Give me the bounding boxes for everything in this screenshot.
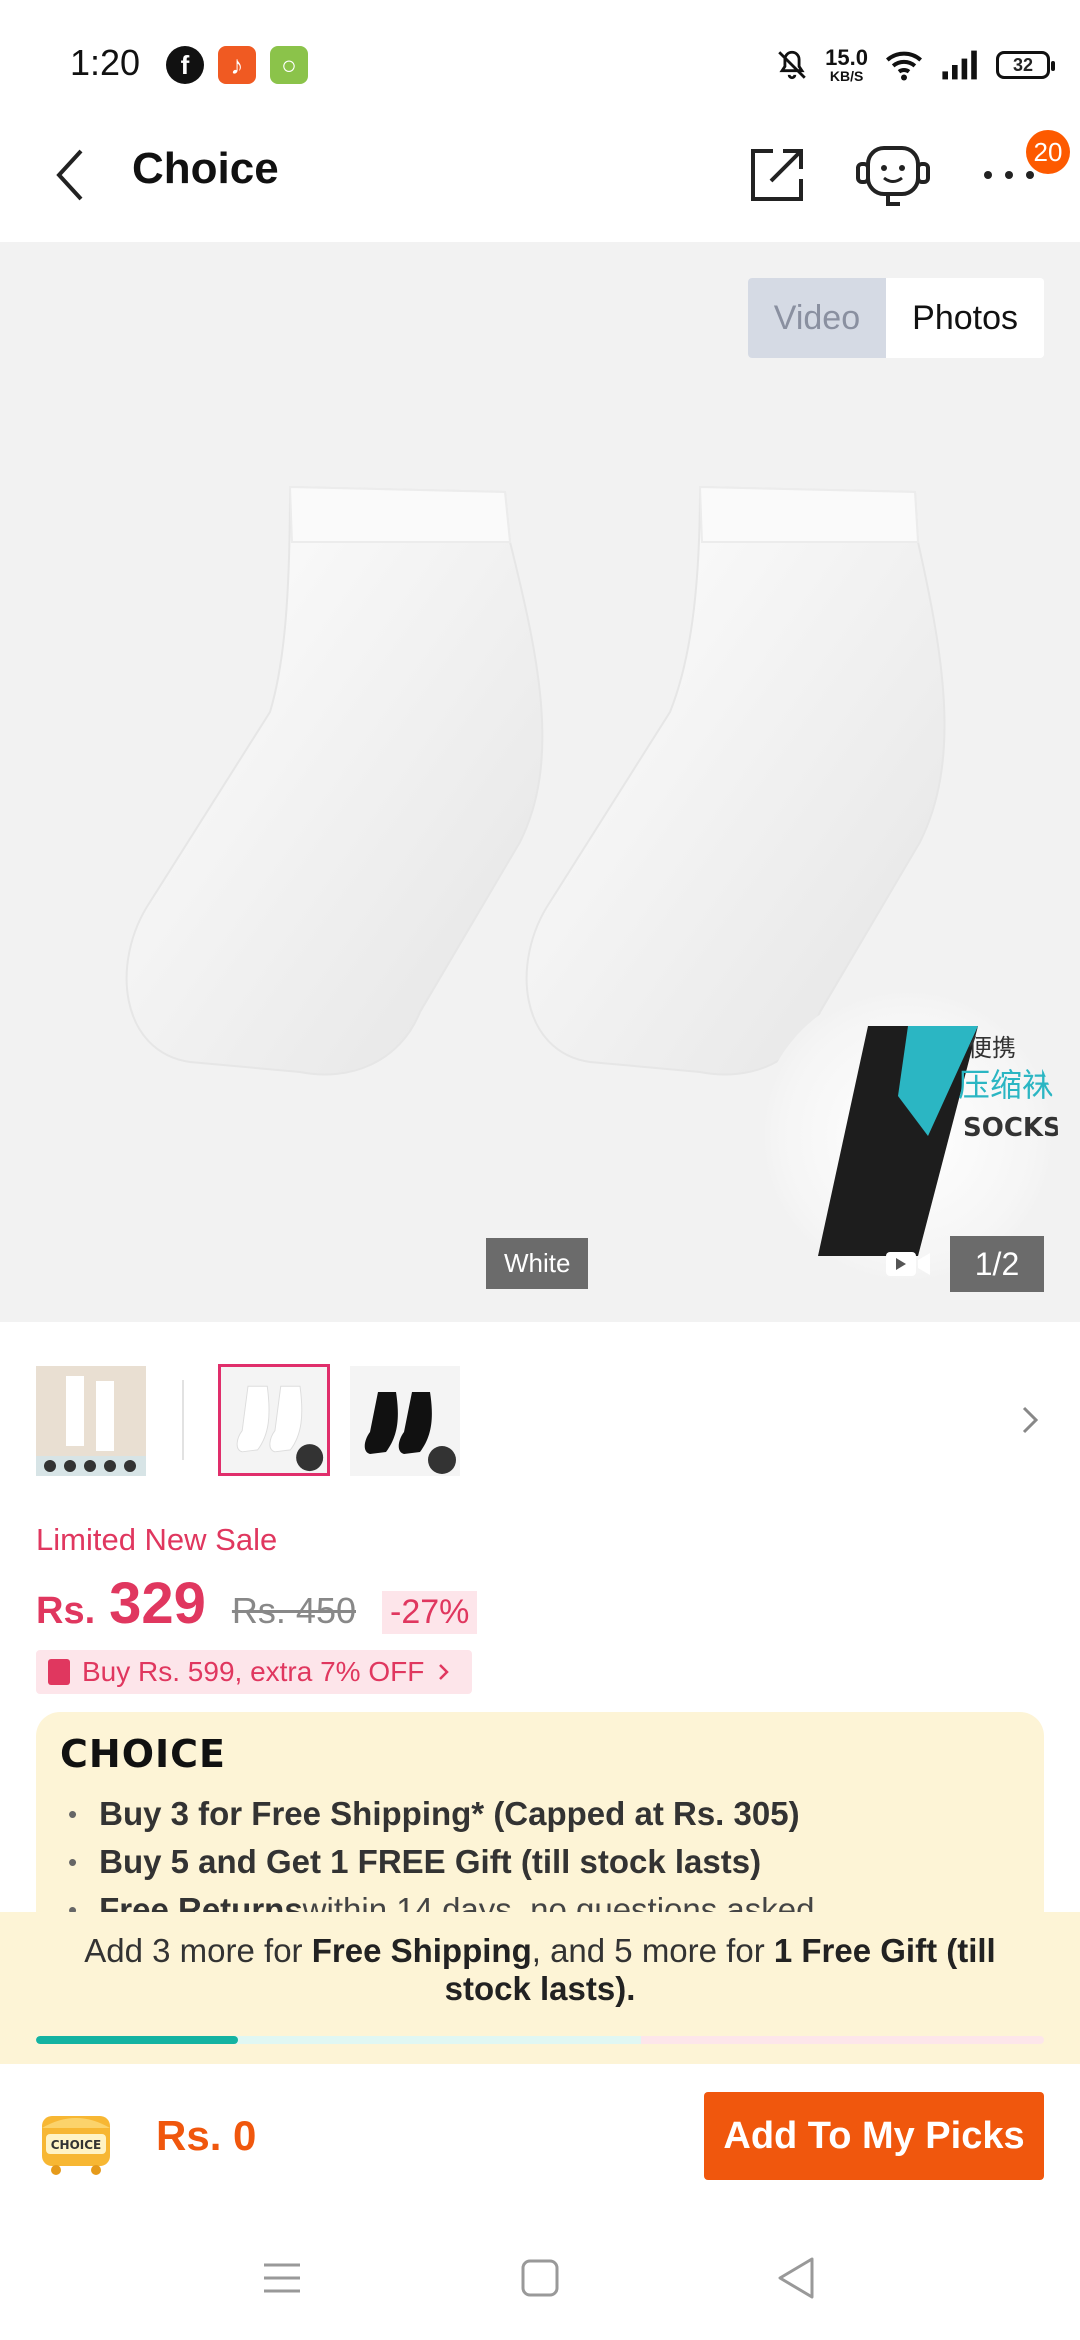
share-button[interactable] <box>732 130 822 220</box>
system-navigation-bar <box>0 2214 1080 2340</box>
choice-logo: CHOICE <box>60 1732 226 1776</box>
customer-service-button[interactable] <box>848 130 938 220</box>
variant-thumbnail[interactable] <box>36 1366 146 1476</box>
divider <box>182 1380 184 1460</box>
price-currency: Rs. <box>36 1590 96 1632</box>
white-socks-image <box>221 1367 327 1473</box>
video-camera-icon <box>886 1252 930 1276</box>
price-row: Rs. 329 Rs. 450 -27% <box>36 1570 478 1640</box>
mute-bell-icon <box>778 50 806 80</box>
status-indicators: 15.0 KB/S 32 <box>775 40 1055 90</box>
model-socks-image <box>36 1366 146 1476</box>
top-app-bar: Choice <box>0 110 1080 240</box>
coupon-icon <box>48 1659 70 1685</box>
square-home-icon <box>521 2259 559 2297</box>
choice-benefits-list: • Buy 3 for Free Shipping* (Capped at Rs.… <box>68 1790 815 1922</box>
shipping-progress-bar <box>36 2036 1044 2044</box>
home-button[interactable] <box>510 2248 570 2308</box>
image-page-counter: 1/2 <box>950 1236 1044 1292</box>
chevron-left-icon <box>56 149 83 201</box>
svg-text:压缩袜: 压缩袜 <box>958 1066 1054 1104</box>
promo-text: Buy Rs. 599, extra 7% OFF <box>82 1656 425 1687</box>
system-back-button[interactable] <box>766 2248 826 2308</box>
status-time: 1:20 <box>70 42 141 83</box>
free-shipping-banner: Add 3 more for Free Shipping, and 5 more… <box>0 1912 1080 2064</box>
discount-badge: -27% <box>382 1591 478 1634</box>
tab-video[interactable]: Video <box>747 278 887 358</box>
tiktok-icon: ♪ <box>218 46 256 84</box>
media-type-toggle: Video Photos <box>747 278 1044 358</box>
color-variant-label: White <box>486 1238 589 1289</box>
svg-text:CHOICE: CHOICE <box>51 2138 102 2152</box>
customer-service-icon <box>856 146 930 206</box>
variant-thumbnail[interactable] <box>350 1366 460 1476</box>
notification-badge: 20 <box>1026 130 1070 174</box>
triangle-back-icon <box>778 2257 814 2299</box>
more-dots-icon <box>984 171 1034 179</box>
choice-cart-button[interactable]: CHOICE <box>34 2098 118 2182</box>
chevron-right-icon <box>1022 1406 1038 1434</box>
svg-text:SOCKS: SOCKS <box>963 1113 1058 1143</box>
sale-label: Limited New Sale <box>36 1522 278 1557</box>
app-notification-icon: ○ <box>270 46 308 84</box>
network-speed: 15.0 KB/S <box>825 45 868 84</box>
signal-icon <box>942 50 977 80</box>
bottom-action-bar: CHOICE Rs. 0 Add To My Picks <box>0 2064 1080 2214</box>
wifi-icon <box>886 51 922 81</box>
battery-icon: 32 <box>996 51 1055 79</box>
add-to-my-picks-button[interactable]: Add To My Picks <box>704 2092 1044 2180</box>
back-button[interactable] <box>40 140 100 210</box>
facebook-icon: f <box>166 46 204 84</box>
variant-thumbnail-selected[interactable] <box>218 1364 330 1476</box>
promo-coupon-chip[interactable]: Buy Rs. 599, extra 7% OFF <box>36 1650 473 1694</box>
tab-photos[interactable]: Photos <box>886 278 1044 358</box>
page-title: Choice <box>132 144 279 193</box>
list-item: • Buy 5 and Get 1 FREE Gift (till stock l… <box>68 1843 762 1880</box>
choice-benefits-box[interactable]: CHOICE • Buy 3 for Free Shipping* (Capped… <box>36 1712 1044 1922</box>
menu-icon <box>264 2263 300 2293</box>
thumbnails-next-button[interactable] <box>1010 1400 1050 1440</box>
variant-thumbnails <box>0 1360 1080 1480</box>
share-icon <box>751 149 803 201</box>
current-price: 329 <box>109 1571 206 1636</box>
shipping-progress-fill <box>36 2036 238 2044</box>
free-shipping-message: Add 3 more for Free Shipping, and 5 more… <box>84 1932 996 2007</box>
recent-apps-button[interactable] <box>252 2248 312 2308</box>
svg-text:便携: 便携 <box>968 1034 1016 1062</box>
original-price: Rs. 450 <box>231 1590 356 1631</box>
play-video-button[interactable] <box>876 1236 940 1292</box>
choice-cart-icon: CHOICE <box>42 2116 110 2175</box>
black-socks-image <box>350 1366 460 1476</box>
chevron-right-icon <box>439 1664 450 1680</box>
list-item: • Buy 3 for Free Shipping* (Capped at Rs.… <box>68 1795 800 1832</box>
picks-total: Rs. 0 <box>156 2112 257 2159</box>
